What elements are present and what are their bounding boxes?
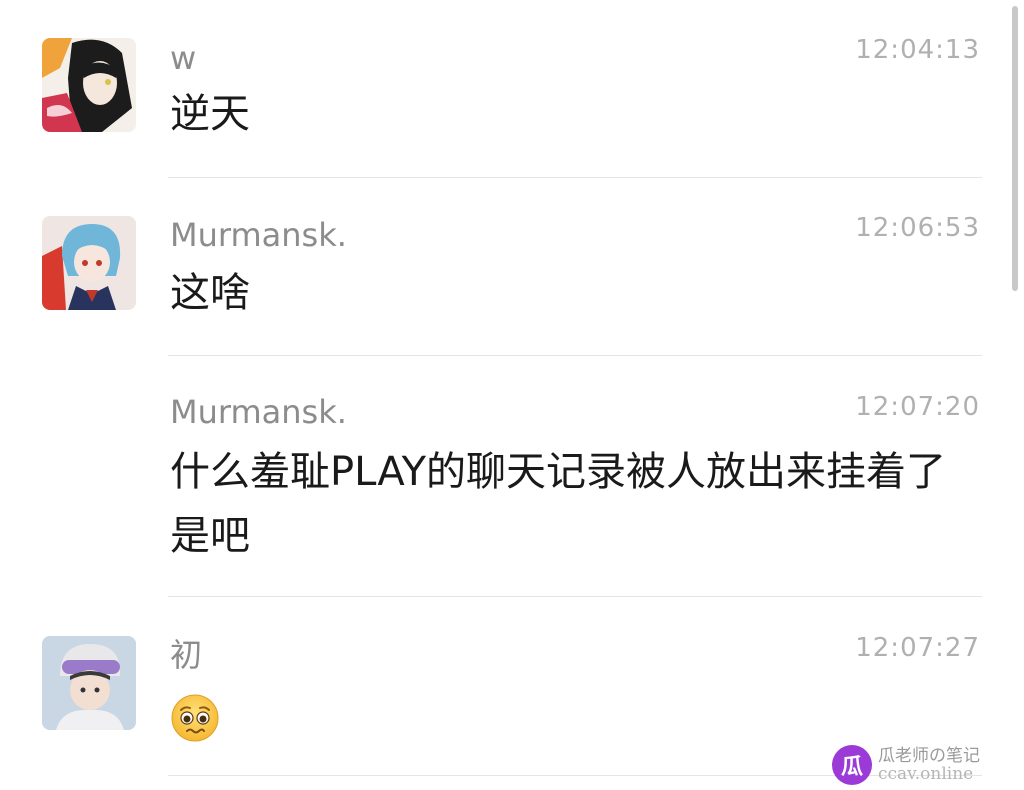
message-text: 什么羞耻PLAY的聊天记录被人放出来挂着了是吧 <box>170 449 947 559</box>
divider <box>168 596 982 597</box>
avatar[interactable] <box>42 216 136 310</box>
avatar-image-icon <box>42 636 136 730</box>
sender-name: Murmansk. <box>170 393 347 431</box>
message-timestamp: 12:07:27 <box>855 633 980 663</box>
sender-name: w <box>170 39 197 77</box>
message-timestamp: 12:07:20 <box>855 392 980 422</box>
chat-message-list: w 12:04:13 逆天 Murmansk. 12:06:53 这啥 Murm… <box>0 0 1010 790</box>
divider <box>168 355 982 356</box>
avatar[interactable] <box>42 38 136 132</box>
avatar-image-icon <box>42 38 136 132</box>
message-content <box>170 684 980 748</box>
avatar-image-icon <box>42 216 136 310</box>
watermark-text: 瓜老师の笔记 ccav.online <box>878 747 980 783</box>
message-text: 逆天 <box>170 91 250 137</box>
message-timestamp: 12:06:53 <box>855 213 980 243</box>
avatar[interactable] <box>42 636 136 730</box>
message-text: 这啥 <box>170 270 250 316</box>
sender-name: 初 <box>170 636 203 674</box>
watermark-title: 瓜老师の笔记 <box>878 746 980 766</box>
watermark: 瓜 瓜老师の笔记 ccav.online <box>832 744 980 786</box>
message-timestamp: 12:04:13 <box>855 35 980 65</box>
watermark-url: ccav.online <box>878 764 974 784</box>
sender-name: Murmansk. <box>170 216 347 254</box>
pleading-face-icon <box>171 694 219 742</box>
scrollbar[interactable] <box>1012 6 1018 291</box>
divider <box>168 177 982 178</box>
watermark-logo: 瓜 <box>832 745 872 785</box>
